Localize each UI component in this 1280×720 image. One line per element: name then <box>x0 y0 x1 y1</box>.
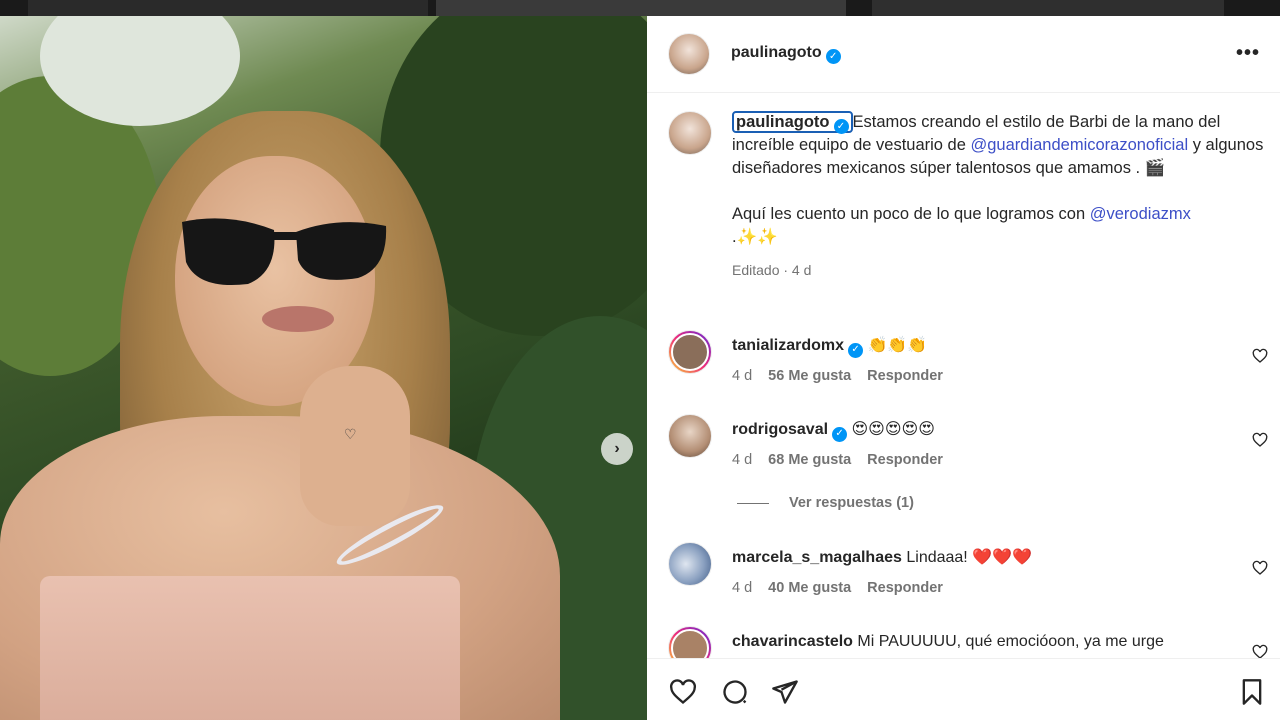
comment-avatar[interactable] <box>668 626 712 658</box>
heart-tattoo: ♡ <box>344 426 357 442</box>
background-feed-strip <box>0 0 1280 16</box>
comment-time[interactable]: 4 d <box>732 368 752 384</box>
comment-text: Lindaaa! ❤️❤️❤️ <box>906 549 1032 566</box>
author-username-text[interactable]: paulinagoto <box>731 44 822 61</box>
comment-body: rodrigosaval ✓ 😍😍😍😍😍 <box>732 420 1232 442</box>
post-header: paulinagoto ✓ ••• <box>647 16 1280 93</box>
comment-body: marcela_s_magalhaes Lindaaa! ❤️❤️❤️ <box>732 548 1232 568</box>
comment-time[interactable]: 4 d <box>732 452 752 468</box>
like-comment-heart-icon[interactable] <box>1252 432 1268 448</box>
comment-avatar[interactable] <box>668 330 712 374</box>
comment-avatar[interactable] <box>668 542 712 586</box>
like-comment-heart-icon[interactable] <box>1252 348 1268 364</box>
more-options-icon[interactable]: ••• <box>1236 42 1260 65</box>
mention-link[interactable]: @verodiazmx <box>1090 205 1191 223</box>
post-photo[interactable]: ♡ <box>0 16 647 720</box>
author-avatar[interactable] <box>668 33 710 75</box>
comment-likes[interactable]: 68 Me gusta <box>768 452 851 468</box>
comment-username[interactable]: tanializardomx <box>732 337 844 354</box>
share-icon[interactable] <box>771 678 799 706</box>
view-replies-button[interactable]: Ver respuestas (1) <box>737 495 914 511</box>
reply-button[interactable]: Responder <box>867 368 943 384</box>
verified-badge-icon: ✓ <box>825 49 841 64</box>
feed-thumbnail <box>28 0 428 16</box>
like-comment-heart-icon[interactable] <box>1252 644 1268 658</box>
avatar-image <box>671 333 709 371</box>
comment-username[interactable]: chavarincastelo <box>732 633 853 650</box>
comment-avatar[interactable] <box>668 414 712 458</box>
next-arrow-icon[interactable]: › <box>601 433 633 465</box>
comment-time[interactable]: 4 d <box>732 580 752 596</box>
feed-thumbnail <box>872 0 1224 16</box>
heart-icon[interactable] <box>669 678 697 706</box>
feed-thumbnail <box>436 0 846 16</box>
comment-text: 😍😍😍😍😍 <box>851 421 935 438</box>
verified-badge-icon: ✓ <box>832 426 848 442</box>
comment-likes[interactable]: 40 Me gusta <box>768 580 851 596</box>
reply-button[interactable]: Responder <box>867 580 943 596</box>
comment-body: chavarincastelo Mi PAUUUUU, qué emocióoo… <box>732 632 1222 652</box>
caption-body: .✨✨ <box>732 228 778 246</box>
post-action-bar <box>647 658 1280 720</box>
comment-username[interactable]: rodrigosaval <box>732 421 828 438</box>
comment-likes[interactable]: 56 Me gusta <box>768 368 851 384</box>
avatar-image <box>671 629 709 658</box>
comment-username[interactable]: marcela_s_magalhaes <box>732 549 902 566</box>
caption-body: Aquí les cuento un poco de lo que logram… <box>732 205 1090 223</box>
replies-divider <box>737 502 769 504</box>
like-comment-heart-icon[interactable] <box>1252 560 1268 576</box>
lips <box>262 306 334 332</box>
bookmark-icon[interactable] <box>1238 678 1266 706</box>
comment-text: Mi PAUUUUU, qué emocióoon, ya me urge <box>857 633 1164 650</box>
caption-text: paulinagoto ✓ Estamos creando el estilo de… <box>732 111 1267 282</box>
comment-body: tanializardomx ✓ 👏👏👏 <box>732 336 1232 358</box>
verified-badge-icon: ✓ <box>848 342 864 358</box>
caption-avatar[interactable] <box>668 111 712 155</box>
caption-meta: Editado · 4 d <box>732 262 812 278</box>
comment-icon[interactable] <box>721 678 749 706</box>
comments-scroll-area[interactable]: paulinagoto ✓ Estamos creando el estilo de… <box>647 94 1280 658</box>
author-username[interactable]: paulinagoto ✓ <box>731 44 841 64</box>
hand <box>300 366 410 526</box>
caption-username-text[interactable]: paulinagoto <box>736 113 830 131</box>
mention-link[interactable]: @guardiandemicorazonoficial <box>971 136 1189 154</box>
comment-actions: 4 d 40 Me gusta Responder <box>732 580 943 596</box>
sunglasses <box>182 218 387 286</box>
post-side-panel: paulinagoto ✓ ••• paulinagoto ✓ Estamos cre… <box>647 16 1280 720</box>
reply-button[interactable]: Responder <box>867 452 943 468</box>
pink-top <box>40 576 460 720</box>
verified-badge-icon: ✓ <box>833 119 849 134</box>
view-replies-label[interactable]: Ver respuestas (1) <box>789 495 914 511</box>
comment-actions: 4 d 56 Me gusta Responder <box>732 368 943 384</box>
comment-actions: 4 d 68 Me gusta Responder <box>732 452 943 468</box>
caption-username[interactable]: paulinagoto ✓ <box>732 111 853 134</box>
comment-text: 👏👏👏 <box>867 337 928 354</box>
